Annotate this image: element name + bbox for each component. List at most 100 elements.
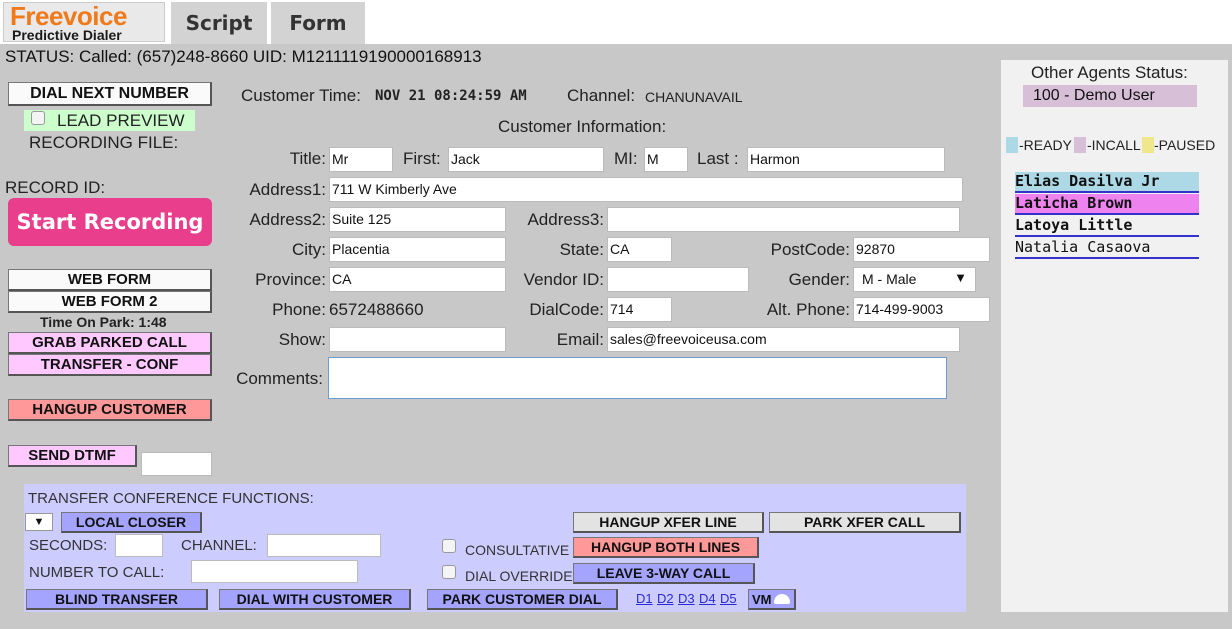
dial-override-label: DIAL OVERRIDE xyxy=(465,568,573,584)
hangup-xfer-line-button[interactable]: HANGUP XFER LINE xyxy=(573,512,764,533)
address1-input[interactable]: 711 W Kimberly Ave xyxy=(329,177,963,202)
dial-link-d2[interactable]: D2 xyxy=(657,591,674,606)
channel-xfer-input[interactable] xyxy=(267,534,381,557)
seconds-input[interactable] xyxy=(115,534,163,557)
phone-icon xyxy=(773,594,790,604)
province-label: Province: xyxy=(255,270,326,289)
agent-row[interactable]: Natalia Casaova xyxy=(1015,238,1199,259)
address3-label: Address3: xyxy=(527,210,604,229)
chevron-down-icon: ▼ xyxy=(33,516,45,528)
ready-legend-label: -READY xyxy=(1019,137,1072,153)
blind-transfer-button[interactable]: BLIND TRANSFER xyxy=(26,589,208,610)
province-input[interactable]: CA xyxy=(329,267,506,292)
comments-textarea[interactable] xyxy=(328,357,947,399)
local-closer-button[interactable]: LOCAL CLOSER xyxy=(61,512,202,533)
ready-legend-swatch xyxy=(1006,137,1018,153)
leave-3way-call-button[interactable]: LEAVE 3-WAY CALL xyxy=(573,563,755,584)
phone-value: 6572488660 xyxy=(329,300,424,319)
web-form-2-button[interactable]: WEB FORM 2 xyxy=(8,291,212,313)
tab-form[interactable]: Form xyxy=(271,2,365,44)
consultative-checkbox[interactable] xyxy=(442,539,456,553)
address2-input[interactable]: Suite 125 xyxy=(329,207,506,232)
logo-tagline: Predictive Dialer xyxy=(12,27,122,43)
freevoice-logo: Freevoice Predictive Dialer xyxy=(3,1,165,43)
alt-phone-input[interactable]: 714-499-9003 xyxy=(853,297,990,322)
send-dtmf-button[interactable]: SEND DTMF xyxy=(8,445,137,467)
last-label: Last : xyxy=(697,149,739,168)
customer-time-label: Customer Time: xyxy=(241,86,361,105)
grab-parked-call-button[interactable]: GRAB PARKED CALL xyxy=(8,332,212,354)
start-recording-button[interactable]: Start Recording xyxy=(8,198,212,246)
gender-label: Gender: xyxy=(788,270,850,289)
first-name-input[interactable]: Jack xyxy=(448,147,604,172)
dial-with-customer-button[interactable]: DIAL WITH CUSTOMER xyxy=(219,589,411,610)
vendor-id-input[interactable] xyxy=(607,267,749,292)
record-id-label: RECORD ID: xyxy=(5,178,106,197)
hangup-both-lines-button[interactable]: HANGUP BOTH LINES xyxy=(573,537,759,558)
city-label: City: xyxy=(292,240,326,259)
agents-status-panel: Other Agents Status: 100 - Demo User -RE… xyxy=(1001,60,1228,612)
consultative-label: CONSULTATIVE xyxy=(465,542,570,558)
transfer-conf-button[interactable]: TRANSFER - CONF xyxy=(8,354,212,376)
dial-link-d5[interactable]: D5 xyxy=(720,591,737,606)
dial-link-d1[interactable]: D1 xyxy=(636,591,653,606)
seconds-label: SECONDS: xyxy=(29,537,108,554)
postcode-input[interactable]: 92870 xyxy=(853,237,990,262)
address2-label: Address2: xyxy=(249,210,326,229)
customer-information-title: Customer Information: xyxy=(498,117,667,136)
title-input[interactable]: Mr xyxy=(329,147,393,172)
dialcode-input[interactable]: 714 xyxy=(607,297,672,322)
current-agent-badge: 100 - Demo User xyxy=(1023,85,1197,107)
channel-xfer-label: CHANNEL: xyxy=(181,537,257,554)
channel-value: CHANUNAVAIL xyxy=(645,89,743,105)
state-label: State: xyxy=(559,240,604,259)
title-label: Title: xyxy=(289,149,326,168)
postcode-label: PostCode: xyxy=(770,240,850,259)
transfer-conference-panel: TRANSFER CONFERENCE FUNCTIONS: ▼ LOCAL C… xyxy=(24,484,966,612)
mi-input[interactable]: M xyxy=(644,147,688,172)
agent-row[interactable]: Elias Dasilva Jr xyxy=(1015,172,1199,193)
show-input[interactable] xyxy=(329,327,506,352)
lead-preview-checkbox[interactable] xyxy=(31,111,45,125)
phone-label: Phone: xyxy=(272,300,326,319)
dial-override-checkbox[interactable] xyxy=(442,565,456,579)
agent-row[interactable]: Laticha Brown xyxy=(1015,194,1199,215)
dtmf-input[interactable] xyxy=(141,452,212,476)
park-customer-dial-button[interactable]: PARK CUSTOMER DIAL xyxy=(427,589,618,610)
dial-link-d3[interactable]: D3 xyxy=(678,591,695,606)
time-on-park: Time On Park: 1:48 xyxy=(40,314,167,330)
agent-row[interactable]: Latoya Little xyxy=(1015,216,1199,237)
transfer-functions-title: TRANSFER CONFERENCE FUNCTIONS: xyxy=(28,490,314,507)
web-form-button[interactable]: WEB FORM xyxy=(8,269,212,291)
chevron-down-icon: ▼ xyxy=(954,270,967,285)
closer-select[interactable]: ▼ xyxy=(25,513,53,531)
mi-label: MI: xyxy=(614,149,638,168)
show-label: Show: xyxy=(278,330,326,349)
dial-next-number-button[interactable]: DIAL NEXT NUMBER xyxy=(8,82,212,106)
agents-status-title: Other Agents Status: xyxy=(1031,63,1188,82)
email-input[interactable]: sales@freevoiceusa.com xyxy=(607,327,960,352)
voicemail-button[interactable]: VM xyxy=(748,589,796,610)
last-name-input[interactable]: Harmon xyxy=(747,147,945,172)
incall-legend-swatch xyxy=(1074,137,1086,153)
status-line: STATUS: Called: (657)248-8660 UID: M1211… xyxy=(5,47,482,66)
alt-phone-label: Alt. Phone: xyxy=(766,300,850,319)
city-input[interactable]: Placentia xyxy=(329,237,506,262)
tab-script[interactable]: Script xyxy=(171,2,267,44)
channel-label: Channel: xyxy=(567,86,636,105)
number-to-call-input[interactable] xyxy=(191,560,358,583)
park-xfer-call-button[interactable]: PARK XFER CALL xyxy=(769,512,961,533)
dialcode-label: DialCode: xyxy=(529,300,604,319)
dial-link-d4[interactable]: D4 xyxy=(699,591,716,606)
vendor-id-label: Vendor ID: xyxy=(523,270,604,289)
lead-preview-label: LEAD PREVIEW xyxy=(57,111,185,130)
email-label: Email: xyxy=(556,330,604,349)
address3-input[interactable] xyxy=(607,207,960,232)
first-label: First: xyxy=(403,149,441,168)
address1-label: Address1: xyxy=(249,180,326,199)
hangup-customer-button[interactable]: HANGUP CUSTOMER xyxy=(8,399,212,421)
current-agent-label: 100 - Demo User xyxy=(1033,87,1155,104)
state-input[interactable]: CA xyxy=(607,237,672,262)
gender-select[interactable]: M - Male ▼ xyxy=(853,267,976,292)
paused-legend-swatch xyxy=(1142,137,1154,153)
